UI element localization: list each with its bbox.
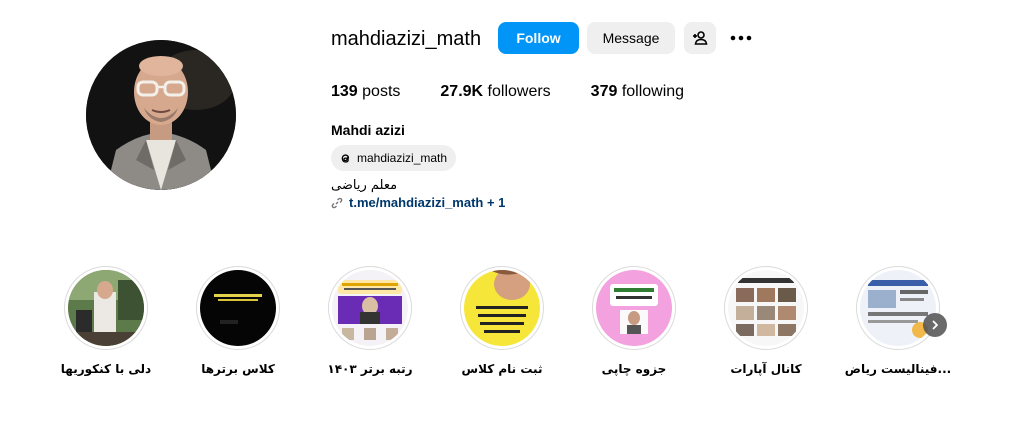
profile-username: mahdiazizi_math (331, 28, 482, 50)
highlight-item[interactable]: فینالیست ریاض... (845, 266, 951, 376)
threads-icon (339, 152, 352, 165)
follow-button[interactable]: Follow (498, 22, 579, 54)
highlight-cover[interactable] (460, 266, 544, 350)
more-options-button[interactable] (728, 24, 754, 52)
highlight-cover[interactable] (724, 266, 808, 350)
highlight-cover[interactable] (328, 266, 412, 350)
highlights-next-button[interactable] (923, 313, 947, 337)
highlight-label: کلاس برترها (201, 362, 275, 376)
highlight-label: فینالیست ریاض... (844, 362, 952, 376)
highlight-item[interactable]: ثبت نام کلاس (460, 266, 544, 376)
highlight-label: ثبت نام کلاس (461, 362, 543, 376)
profile-stats: 139 posts 27.9K followers 379 following (331, 83, 724, 101)
followers-count[interactable]: 27.9K followers (440, 83, 550, 101)
profile-avatar[interactable] (86, 40, 236, 190)
posts-label: posts (357, 83, 401, 100)
posts-value: 139 (331, 83, 358, 100)
followers-label: followers (483, 83, 551, 100)
suggested-users-button[interactable] (684, 22, 716, 54)
link-icon (331, 197, 343, 209)
following-value: 379 (590, 83, 618, 100)
followers-value: 27.9K (440, 83, 484, 100)
profile-full-name: Mahdi azizi (331, 122, 405, 138)
chevron-right-icon (930, 320, 940, 330)
message-button[interactable]: Message (587, 22, 675, 54)
profile-link[interactable]: t.me/mahdiazizi_math + 1 (331, 195, 505, 210)
highlight-cover[interactable] (592, 266, 676, 350)
following-count[interactable]: 379 following (591, 83, 684, 101)
profile-bio: معلم ریاضی (331, 178, 398, 193)
threads-handle: mahdiazizi_math (357, 151, 448, 165)
highlight-item[interactable]: کلاس برترها (196, 266, 280, 376)
highlight-cover[interactable] (856, 266, 940, 350)
posts-count: 139 posts (331, 83, 400, 101)
highlight-item[interactable]: کانال آپارات (724, 266, 808, 376)
add-user-icon (692, 30, 708, 46)
profile-link-text: t.me/mahdiazizi_math + 1 (349, 195, 506, 210)
highlight-label: جزوه چاپی (601, 362, 667, 376)
highlight-label: دلی با کنکوریها (60, 362, 152, 376)
highlight-item[interactable]: جزوه چاپی (592, 266, 676, 376)
more-dots-icon (730, 35, 752, 41)
highlight-item[interactable]: دلی با کنکوریها (61, 266, 151, 376)
highlight-cover[interactable] (196, 266, 280, 350)
highlight-item[interactable]: رتبه برتر ۱۴۰۳ (327, 266, 413, 376)
following-label: following (617, 83, 685, 100)
highlight-label: رتبه برتر ۱۴۰۳ (327, 362, 413, 376)
highlight-label: کانال آپارات (730, 362, 802, 376)
highlight-cover[interactable] (64, 266, 148, 350)
threads-badge[interactable]: mahdiazizi_math (331, 145, 457, 171)
